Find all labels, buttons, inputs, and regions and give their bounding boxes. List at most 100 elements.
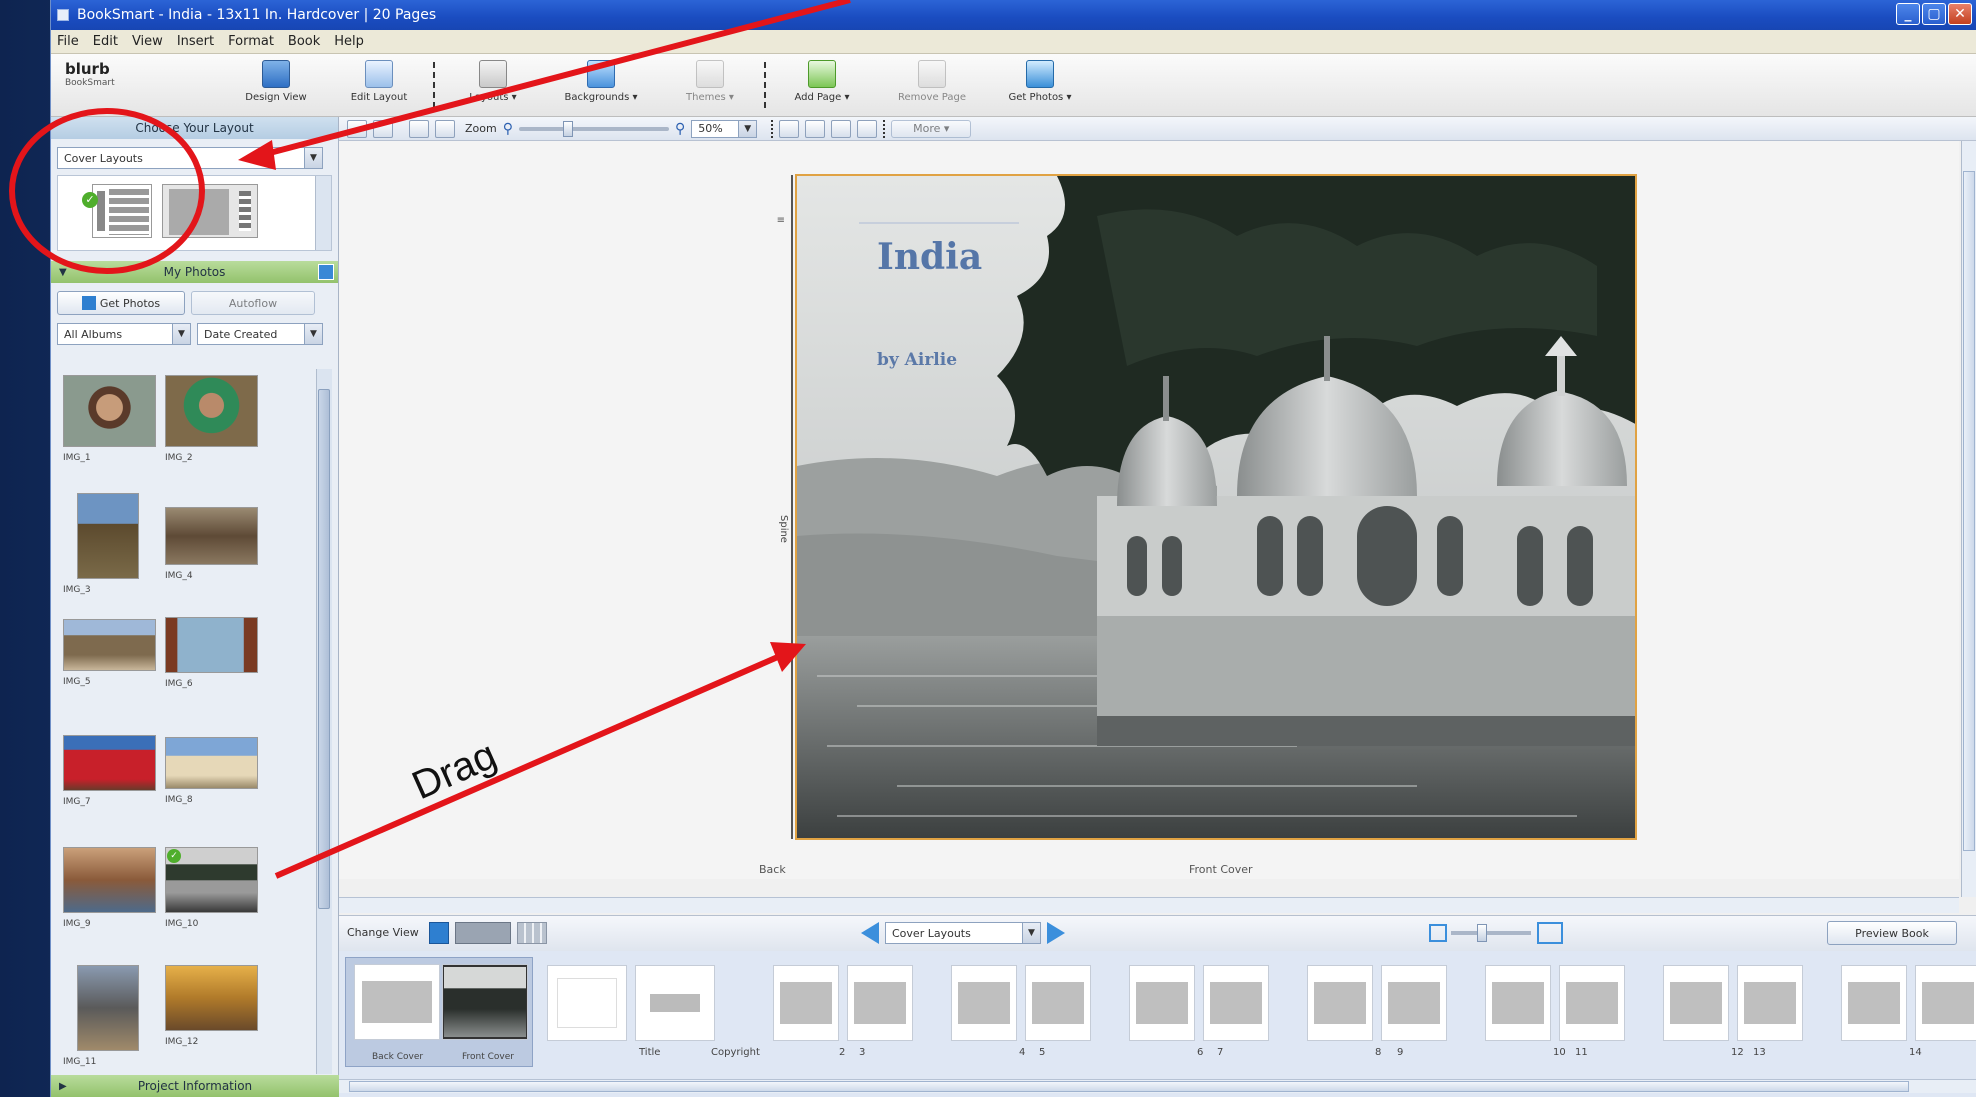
edit-layout-button[interactable]: Edit Layout	[339, 60, 419, 114]
canvas-vertical-scrollbar[interactable]	[1961, 141, 1976, 897]
zoom-out-icon[interactable]: ⚲	[503, 121, 513, 137]
photo-thumbnail[interactable]: IMG_2	[165, 375, 260, 463]
scroll-thumb[interactable]	[349, 1081, 1909, 1092]
align-right-button[interactable]	[831, 119, 852, 138]
cover-spread-selected[interactable]: Back Cover Front Cover	[345, 957, 533, 1067]
page-spread[interactable]	[1841, 965, 1976, 1041]
distribute-button[interactable]	[857, 119, 878, 138]
align-left-button[interactable]	[779, 119, 800, 138]
page-thumbnail[interactable]	[847, 965, 913, 1041]
section-dropdown[interactable]: Cover Layouts ▼	[885, 922, 1041, 944]
photo-thumbnail[interactable]: IMG_6	[165, 611, 260, 689]
photo-thumbnail[interactable]: IMG_8	[165, 729, 260, 805]
page-thumbnail[interactable]	[1559, 965, 1625, 1041]
cover-title[interactable]: India	[877, 236, 982, 278]
filmstrip-scrollbar[interactable]	[339, 1079, 1976, 1093]
page-thumbnail[interactable]	[1381, 965, 1447, 1041]
zoom-large-icon[interactable]	[1537, 922, 1563, 944]
page-thumbnail[interactable]	[547, 965, 627, 1041]
layout-option[interactable]	[162, 184, 258, 238]
layout-dropdown[interactable]: Cover Layouts ▼	[57, 147, 323, 169]
menu-file[interactable]: File	[57, 34, 79, 49]
scroll-thumb[interactable]	[1963, 171, 1975, 851]
previous-page-icon[interactable]	[861, 922, 879, 944]
info-icon[interactable]	[318, 264, 334, 280]
photo-thumbnail[interactable]: IMG_5	[63, 611, 158, 687]
fit-page-button[interactable]	[409, 119, 429, 138]
backgrounds-button[interactable]: Backgrounds ▾	[551, 60, 651, 114]
photo-thumbnail[interactable]: IMG_9	[63, 847, 158, 929]
zoom-slider[interactable]	[518, 120, 669, 137]
zoom-in-icon[interactable]: ⚲	[675, 121, 685, 137]
title-spread[interactable]	[547, 965, 715, 1041]
layouts-button[interactable]: Layouts ▾	[453, 60, 533, 114]
layout-scrollbar[interactable]	[315, 176, 331, 250]
align-center-button[interactable]	[805, 119, 826, 138]
page-thumbnail[interactable]	[635, 965, 715, 1041]
page-thumbnail[interactable]	[1737, 965, 1803, 1041]
menu-view[interactable]: View	[132, 34, 163, 49]
back-cover-thumbnail[interactable]	[354, 964, 440, 1040]
menu-format[interactable]: Format	[228, 34, 274, 49]
photo-thumbnail[interactable]: IMG_4	[165, 493, 260, 581]
maximize-button[interactable]: ▢	[1922, 3, 1946, 25]
page-spread[interactable]	[951, 965, 1091, 1041]
zoom-value-dropdown[interactable]: 50% ▼	[691, 119, 758, 138]
page-spread[interactable]	[1129, 965, 1269, 1041]
page-thumbnail[interactable]	[1841, 965, 1907, 1041]
grid-view-icon[interactable]	[517, 922, 547, 944]
page-thumbnail[interactable]	[1129, 965, 1195, 1041]
minimize-button[interactable]: _	[1896, 3, 1920, 25]
album-filter-dropdown[interactable]: All Albums ▼	[57, 323, 191, 345]
photos-panel-header[interactable]: ▼ My Photos	[51, 261, 338, 283]
layout-option-selected[interactable]	[92, 184, 152, 238]
thumbnail-slider-thumb[interactable]	[1477, 924, 1487, 942]
page-thumbnail[interactable]	[951, 965, 1017, 1041]
front-cover-page[interactable]: India by Airlie	[795, 174, 1637, 840]
menu-insert[interactable]: Insert	[177, 34, 214, 49]
photo-thumbnail[interactable]: IMG_7	[63, 729, 158, 807]
photo-thumbnail[interactable]: IMG_11	[63, 965, 158, 1067]
redo-button[interactable]	[373, 119, 393, 138]
page-thumbnail[interactable]	[1025, 965, 1091, 1041]
page-thumbnail[interactable]	[773, 965, 839, 1041]
photo-grid-scrollbar[interactable]	[316, 369, 332, 1074]
page-spread[interactable]	[1307, 965, 1447, 1041]
photo-thumbnail[interactable]: IMG_1	[63, 375, 158, 463]
page-thumbnail[interactable]	[1915, 965, 1976, 1041]
themes-button[interactable]: Themes ▾	[665, 60, 755, 114]
sort-dropdown[interactable]: Date Created ▼	[197, 323, 323, 345]
photo-thumbnail[interactable]: IMG_3	[63, 493, 158, 595]
thumbnail-size-slider[interactable]	[1451, 924, 1531, 942]
page-spread[interactable]	[1663, 965, 1803, 1041]
zoom-slider-thumb[interactable]	[562, 120, 573, 137]
page-thumbnail[interactable]	[1203, 965, 1269, 1041]
project-info-header[interactable]: ▶ Project Information	[51, 1075, 339, 1097]
page-thumbnail[interactable]	[1485, 965, 1551, 1041]
more-button[interactable]: More ▾	[891, 119, 972, 138]
photo-thumbnail[interactable]: ✓ IMG_10	[165, 847, 260, 929]
page-thumbnail[interactable]	[1307, 965, 1373, 1041]
menu-book[interactable]: Book	[288, 34, 320, 49]
autoflow-button[interactable]: Autoflow	[191, 291, 315, 315]
get-photos-button[interactable]: Get Photos	[57, 291, 185, 315]
menu-help[interactable]: Help	[334, 34, 364, 49]
front-cover-thumbnail[interactable]	[442, 964, 528, 1040]
page-thumbnail[interactable]	[1663, 965, 1729, 1041]
page-spread[interactable]	[773, 965, 913, 1041]
single-page-view-icon[interactable]	[429, 922, 449, 944]
close-button[interactable]: ✕	[1948, 3, 1972, 25]
cover-byline[interactable]: by Airlie	[877, 350, 957, 370]
get-photos-toolbar-button[interactable]: Get Photos ▾	[995, 60, 1085, 114]
add-page-button[interactable]: Add Page ▾	[777, 60, 867, 114]
preview-book-button[interactable]: Preview Book	[1827, 921, 1957, 945]
fit-spread-button[interactable]	[435, 119, 455, 138]
canvas-horizontal-scrollbar[interactable]	[339, 897, 1959, 913]
scroll-thumb[interactable]	[318, 389, 330, 909]
filmstrip-view-icon[interactable]	[455, 922, 511, 944]
photo-thumbnail[interactable]: IMG_12	[165, 965, 260, 1047]
page-spread[interactable]	[1485, 965, 1625, 1041]
remove-page-button[interactable]: Remove Page	[887, 60, 977, 114]
zoom-small-icon[interactable]	[1429, 924, 1447, 942]
design-view-button[interactable]: Design View	[231, 60, 321, 114]
